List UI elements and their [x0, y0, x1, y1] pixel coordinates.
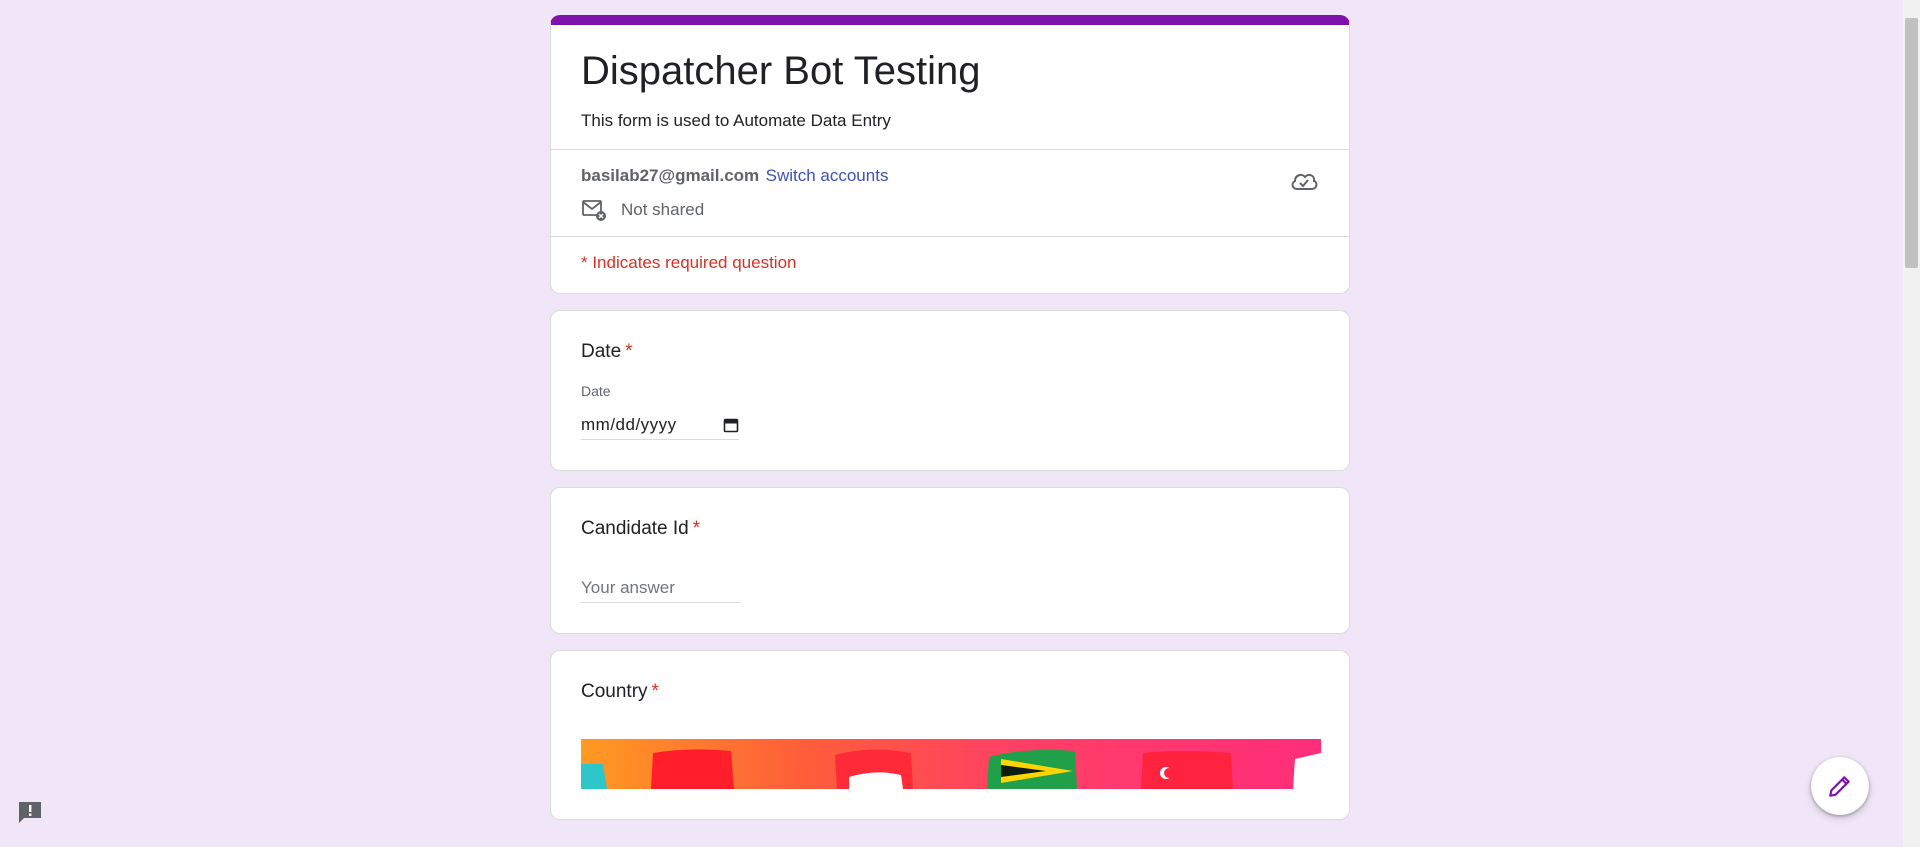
- required-star: *: [625, 341, 633, 362]
- form-container: Dispatcher Bot Testing This form is used…: [550, 15, 1350, 836]
- account-section: basilab27@gmail.com Switch accounts Not …: [551, 150, 1349, 236]
- required-star: *: [692, 518, 701, 539]
- mail-icon: [582, 200, 606, 221]
- form-header: Dispatcher Bot Testing This form is used…: [551, 25, 1349, 149]
- candidate-question-card: Candidate Id * Your answer: [550, 487, 1350, 634]
- question-label: Date: [581, 341, 622, 362]
- form-header-card: Dispatcher Bot Testing This form is used…: [550, 15, 1350, 294]
- switch-accounts-link[interactable]: Switch accounts: [766, 166, 889, 185]
- question-title-date: Date *: [581, 341, 1319, 363]
- cloud-check-icon[interactable]: [1289, 168, 1319, 194]
- calendar-icon[interactable]: [723, 417, 739, 433]
- question-title-candidate: Candidate Id *: [581, 518, 1319, 540]
- scrollbar[interactable]: [1903, 0, 1920, 847]
- form-title: Dispatcher Bot Testing: [581, 49, 981, 93]
- date-input[interactable]: mm/dd/yyyy: [581, 415, 739, 440]
- flags-illustration: [581, 749, 1321, 789]
- pencil-icon: [1829, 776, 1850, 797]
- required-star: *: [651, 681, 659, 702]
- share-status-row: Not shared: [581, 198, 1319, 222]
- candidate-id-input[interactable]: Your answer: [581, 578, 741, 603]
- feedback-icon[interactable]: [17, 800, 43, 824]
- share-status-text: Not shared: [621, 200, 705, 219]
- scrollbar-thumb[interactable]: [1905, 18, 1918, 268]
- country-flags-image: [581, 739, 1321, 789]
- question-title-country: Country *: [581, 681, 1319, 703]
- country-question-card: Country *: [550, 650, 1350, 820]
- account-email: basilab27@gmail.com: [581, 166, 760, 185]
- question-label: Country: [581, 681, 648, 702]
- required-note: * Indicates required question: [581, 253, 797, 272]
- question-label: Candidate Id: [581, 518, 689, 539]
- date-placeholder: mm/dd/yyyy: [581, 415, 677, 434]
- date-sub-label: Date: [581, 383, 611, 399]
- edit-form-button[interactable]: [1811, 757, 1869, 815]
- date-question-card: Date * Date mm/dd/yyyy: [550, 310, 1350, 471]
- form-description: This form is used to Automate Data Entry: [581, 111, 891, 130]
